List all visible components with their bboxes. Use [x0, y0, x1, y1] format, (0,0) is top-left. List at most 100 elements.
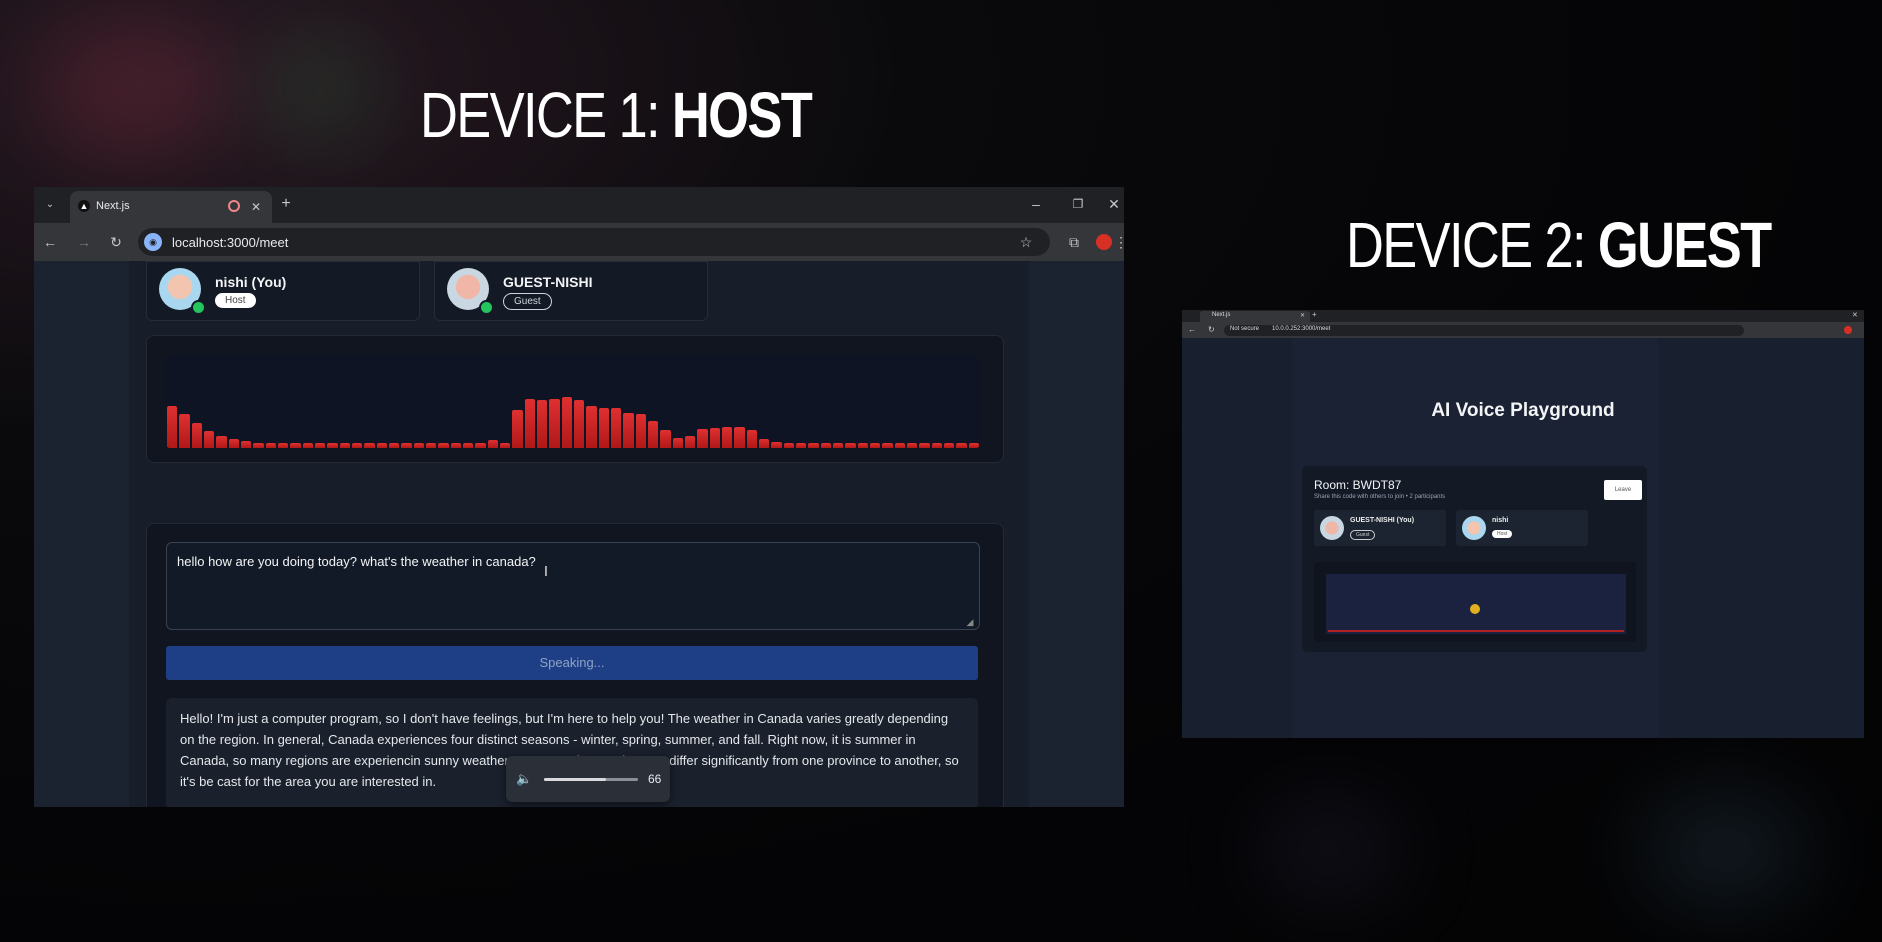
- audio-visualizer-panel: [146, 335, 1004, 463]
- page-content: nishi (You) Host GUEST-NISHI Guest hello…: [34, 261, 1124, 807]
- volume-slider[interactable]: [544, 778, 638, 781]
- visualizer-bar: [327, 442, 338, 448]
- visualizer-bar: [574, 400, 585, 448]
- browser-tab[interactable]: ▲ Next.js ✕: [70, 191, 272, 223]
- close-tab-icon[interactable]: ✕: [1300, 312, 1305, 319]
- address-bar[interactable]: ◉ localhost:3000/meet ☆: [138, 228, 1050, 256]
- visualizer-bar: [389, 442, 400, 448]
- visualizer-bar: [956, 442, 967, 448]
- close-window-icon[interactable]: ✕: [1106, 197, 1122, 211]
- reload-icon[interactable]: ↻: [1208, 325, 1215, 334]
- audio-visualizer: [1326, 574, 1626, 634]
- back-icon[interactable]: ←: [1188, 325, 1196, 334]
- visualizer-bar: [524, 399, 535, 448]
- participant-name: nishi (You): [215, 274, 287, 290]
- speaker-icon[interactable]: 🔈: [516, 772, 532, 786]
- bokeh-light: [1640, 790, 1810, 910]
- device2-heading: DEVICE 2: GUEST: [1346, 209, 1772, 281]
- page-content: AI Voice Playground Room: BWDT87 Share t…: [1182, 338, 1864, 738]
- visualizer-bar: [413, 442, 424, 448]
- address-bar[interactable]: Not secure 10.0.0.252:3000/meet: [1224, 325, 1744, 336]
- close-window-icon[interactable]: ✕: [1852, 311, 1858, 319]
- visualizer-bar: [870, 442, 881, 448]
- leave-button[interactable]: Leave: [1604, 480, 1642, 500]
- host-browser-window: ⌄ ▲ Next.js ✕ + – ❐ ✕ ← → ↻ ◉ localhost:…: [34, 187, 1124, 807]
- participant-name: nishi: [1492, 517, 1509, 524]
- url-text: 10.0.0.252:3000/meet: [1272, 326, 1331, 332]
- profile-avatar-icon[interactable]: [1096, 234, 1112, 250]
- prompt-textarea[interactable]: hello how are you doing today? what's th…: [166, 542, 980, 630]
- main-column: nishi (You) Host GUEST-NISHI Guest hello…: [129, 261, 1029, 807]
- nextjs-favicon-icon: ▲: [78, 200, 90, 212]
- bokeh-light: [260, 40, 380, 140]
- close-tab-icon[interactable]: ✕: [250, 200, 262, 214]
- role-badge: Host: [215, 293, 256, 308]
- visualizer-bar: [339, 442, 350, 448]
- volume-popover: 🔈 66: [506, 756, 670, 802]
- tab-strip: Next.js ✕ + ✕: [1182, 310, 1864, 322]
- visualizer-bar: [204, 430, 215, 448]
- reload-icon[interactable]: ↻: [108, 235, 124, 249]
- role-badge: Host: [1492, 530, 1513, 538]
- recording-indicator-icon: [228, 200, 240, 212]
- visualizer-bar: [771, 441, 782, 448]
- new-tab-icon[interactable]: +: [278, 196, 294, 212]
- visualizer-bar: [512, 409, 523, 448]
- visualizer-bar: [944, 442, 955, 448]
- security-label: Not secure: [1230, 326, 1260, 332]
- role-badge: Guest: [503, 293, 552, 310]
- visualizer-bar: [623, 412, 634, 448]
- back-icon[interactable]: ←: [42, 235, 58, 249]
- forward-icon[interactable]: →: [76, 235, 92, 249]
- visualizer-bar: [833, 442, 844, 448]
- visualizer-bar: [315, 442, 326, 448]
- visualizer-bar: [808, 442, 819, 448]
- visualizer-bar: [759, 438, 770, 448]
- room-subtitle: Share this code with others to join • 2 …: [1314, 494, 1446, 500]
- tab-search-icon[interactable]: ⌄: [42, 198, 58, 212]
- resize-handle-icon[interactable]: ◢: [965, 615, 975, 629]
- menu-kebab-icon[interactable]: ⋮: [1114, 235, 1124, 249]
- visualizer-bar: [179, 413, 190, 448]
- audio-visualizer: [166, 356, 980, 448]
- visualizer-bar: [302, 442, 313, 448]
- toolbar: ← → ↻ ◉ localhost:3000/meet ☆ ⧉ ⋮: [34, 223, 1124, 261]
- speak-button[interactable]: Speaking...: [166, 646, 978, 680]
- visualizer-bar: [401, 442, 412, 448]
- visualizer-bar: [438, 442, 449, 448]
- visualizer-bar: [216, 435, 227, 448]
- visualizer-bar: [253, 442, 264, 448]
- visualizer-bar: [537, 400, 548, 448]
- visualizer-bar: [426, 442, 437, 448]
- online-status-dot: [191, 300, 206, 315]
- participant-name: GUEST-NISHI: [503, 274, 593, 290]
- profile-avatar-icon[interactable]: [1844, 326, 1852, 334]
- audio-visualizer-panel: [1314, 562, 1636, 642]
- bookmark-star-icon[interactable]: ☆: [1018, 235, 1034, 249]
- visualizer-bar: [500, 442, 511, 448]
- visualizer-bar: [463, 442, 474, 448]
- visualizer-bar: [487, 439, 498, 448]
- text-cursor-icon: I: [543, 563, 549, 580]
- visualizer-bar: [549, 399, 560, 448]
- baseline-bars: [1328, 630, 1624, 632]
- visualizer-bar: [968, 442, 979, 448]
- extensions-icon[interactable]: ⧉: [1066, 235, 1082, 249]
- minimize-icon[interactable]: –: [1028, 197, 1044, 211]
- visualizer-bar: [796, 442, 807, 448]
- site-info-icon[interactable]: ◉: [144, 233, 162, 251]
- restore-icon[interactable]: ❐: [1070, 197, 1086, 211]
- visualizer-bar: [611, 407, 622, 448]
- participant-name: GUEST-NISHI (You): [1350, 517, 1415, 524]
- visualizer-bar: [697, 428, 708, 448]
- visualizer-bar: [648, 420, 659, 448]
- visualizer-bar: [586, 405, 597, 448]
- visualizer-bar: [364, 442, 375, 448]
- url-text: localhost:3000/meet: [172, 235, 289, 250]
- device1-heading: DEVICE 1: HOST: [420, 79, 813, 151]
- visualizer-bar: [894, 442, 905, 448]
- online-status-dot: [479, 300, 494, 315]
- visualizer-bar: [450, 442, 461, 448]
- browser-tab[interactable]: Next.js ✕: [1200, 311, 1310, 322]
- new-tab-icon[interactable]: +: [1312, 310, 1317, 319]
